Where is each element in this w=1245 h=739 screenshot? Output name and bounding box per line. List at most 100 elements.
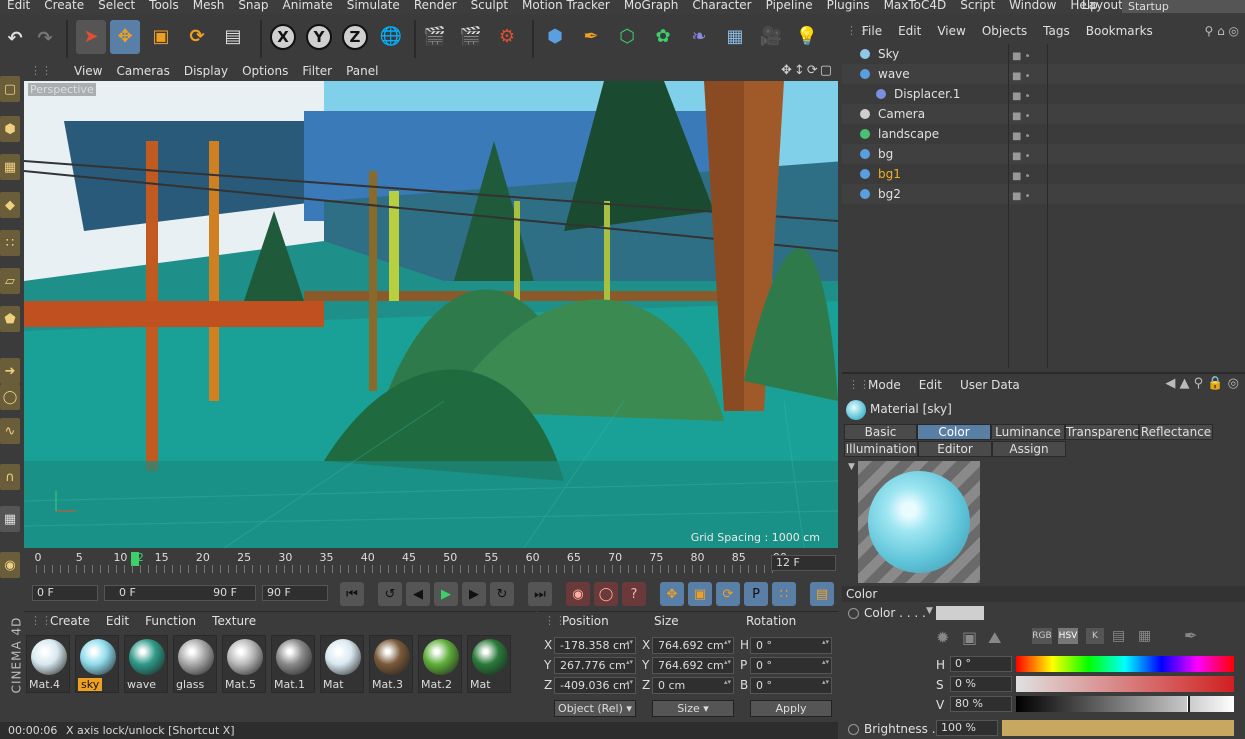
- key-position-button[interactable]: ✥: [660, 582, 684, 606]
- key-point-level-button[interactable]: ∷: [772, 582, 796, 606]
- end-frame-field[interactable]: 90 F: [262, 585, 328, 601]
- size-y-field[interactable]: 764.692 cm: [652, 657, 734, 674]
- snap-button[interactable]: ∿: [0, 418, 20, 444]
- viewport-menu-panel[interactable]: Panel: [346, 64, 378, 78]
- brightness-animate-radio[interactable]: [848, 724, 859, 735]
- hue-slider[interactable]: [1016, 656, 1234, 672]
- viewport-menu-options[interactable]: Options: [242, 64, 288, 78]
- material-swatch[interactable]: Mat.3: [369, 635, 413, 693]
- x-axis-lock-button[interactable]: X: [268, 20, 298, 54]
- object-row-sky[interactable]: Sky ■ •: [842, 44, 1245, 64]
- saturation-slider[interactable]: [1016, 676, 1234, 692]
- viewport-menu-filter[interactable]: Filter: [302, 64, 332, 78]
- object-manager-search-icon[interactable]: ⚲ ⌂ ◎: [1204, 24, 1239, 38]
- material-swatch[interactable]: wave: [124, 635, 168, 693]
- scale-tool-button[interactable]: ▣: [146, 20, 176, 54]
- menu-item-simulate[interactable]: Simulate: [340, 0, 407, 12]
- object-menu-tags[interactable]: Tags: [1043, 24, 1070, 38]
- tab-assign[interactable]: Assign: [992, 441, 1066, 457]
- menu-item-maxtoc4d[interactable]: MaxToC4D: [877, 0, 954, 12]
- menu-item-pipeline[interactable]: Pipeline: [759, 0, 820, 12]
- previous-frame-button[interactable]: ◀: [406, 582, 430, 606]
- color-swatch[interactable]: [936, 606, 984, 620]
- next-frame-button[interactable]: ▶: [462, 582, 486, 606]
- go-to-end-button[interactable]: ⏭: [528, 582, 552, 606]
- rotation-h-field[interactable]: 0 °: [750, 637, 832, 654]
- perspective-viewport[interactable]: Perspective Grid Spacing : 1000 cm: [24, 81, 838, 548]
- pen-button[interactable]: ✒: [576, 20, 606, 54]
- rotate-tool-button[interactable]: ⟳: [182, 20, 212, 54]
- brightness-slider[interactable]: [1002, 720, 1234, 736]
- subdivision-button[interactable]: ⬡: [612, 20, 642, 54]
- play-button[interactable]: ▶: [434, 582, 458, 606]
- render-view-button[interactable]: 🎬: [420, 20, 450, 54]
- color-dropdown-arrow-icon[interactable]: ▼: [926, 606, 933, 616]
- object-menu-bookmarks[interactable]: Bookmarks: [1086, 24, 1153, 38]
- object-row-wave[interactable]: wave ■ •: [842, 64, 1245, 84]
- light-button[interactable]: 💡: [792, 20, 822, 54]
- object-row-bg2[interactable]: bg2 ■ •: [842, 184, 1245, 204]
- workplane-mode-button[interactable]: ◆: [0, 192, 20, 218]
- image-picker-icon[interactable]: ⛰: [988, 628, 1001, 648]
- object-row-displacer-1[interactable]: Displacer.1 ■ •: [842, 84, 1245, 104]
- position-x-field[interactable]: -178.358 cm: [554, 637, 636, 654]
- mixer-icon[interactable]: ▤: [1112, 628, 1125, 644]
- floor-button[interactable]: ▦: [720, 20, 750, 54]
- material-swatch[interactable]: glass: [173, 635, 217, 693]
- timeline-window-button[interactable]: ▤: [810, 582, 834, 606]
- tweak-mode-button[interactable]: ◯: [0, 384, 20, 410]
- value-field[interactable]: 80 %: [950, 696, 1012, 712]
- menu-item-sculpt[interactable]: Sculpt: [464, 0, 515, 12]
- cube-button[interactable]: ⬢: [540, 20, 570, 54]
- menu-item-edit[interactable]: Edit: [0, 0, 37, 12]
- color-wheel-icon[interactable]: ✹: [936, 628, 949, 647]
- points-mode-button[interactable]: ∷: [0, 230, 20, 256]
- current-frame-field[interactable]: 12 F: [771, 555, 836, 571]
- object-menu-view[interactable]: View: [937, 24, 965, 38]
- menu-item-script[interactable]: Script: [953, 0, 1002, 12]
- value-slider[interactable]: [1016, 696, 1234, 712]
- attribute-menu-mode[interactable]: Mode: [868, 378, 901, 392]
- attribute-menu-edit[interactable]: Edit: [919, 378, 942, 392]
- make-editable-button[interactable]: ▢: [0, 76, 20, 102]
- material-swatch[interactable]: Mat.4: [26, 635, 70, 693]
- viewport-menu-view[interactable]: View: [74, 64, 102, 78]
- axis-mode-button[interactable]: ➜: [0, 358, 20, 384]
- key-parameter-button[interactable]: P: [744, 582, 768, 606]
- viewport-menu-display[interactable]: Display: [184, 64, 228, 78]
- object-menu-edit[interactable]: Edit: [898, 24, 921, 38]
- visibility-flags-icon[interactable]: ■ •: [1012, 147, 1042, 162]
- hsv-mode-button[interactable]: HSV: [1058, 628, 1078, 644]
- position-y-field[interactable]: 267.776 cm: [554, 657, 636, 674]
- tab-reflectance[interactable]: Reflectance: [1139, 424, 1213, 440]
- model-mode-button[interactable]: ⬢: [0, 116, 20, 142]
- color-animate-radio[interactable]: [848, 608, 859, 619]
- value-slider-handle[interactable]: [1187, 696, 1191, 712]
- attribute-nav-icons[interactable]: ◀ ▲ ⚲ 🔒 ◎: [1165, 376, 1239, 391]
- keyframe-selection-button[interactable]: ?: [622, 582, 646, 606]
- tab-editor[interactable]: Editor: [918, 441, 992, 457]
- material-swatch[interactable]: Mat.2: [418, 635, 462, 693]
- size-z-field[interactable]: 0 cm: [652, 677, 734, 694]
- menu-item-snap[interactable]: Snap: [231, 0, 275, 12]
- material-swatch[interactable]: sky: [75, 635, 119, 693]
- size-x-field[interactable]: 764.692 cm: [652, 637, 734, 654]
- visibility-flags-icon[interactable]: ■ •: [1012, 87, 1042, 102]
- rotation-b-field[interactable]: 0 °: [750, 677, 832, 694]
- timeline[interactable]: 05101215202530354045505560657075808590 1…: [24, 549, 838, 579]
- autokeying-button[interactable]: ◯: [594, 582, 618, 606]
- swatches-icon[interactable]: ▦: [1138, 628, 1151, 644]
- brightness-field[interactable]: 100 %: [936, 720, 998, 736]
- material-menu-create[interactable]: Create: [50, 614, 90, 628]
- material-swatch[interactable]: Mat: [467, 635, 511, 693]
- eyedropper-icon[interactable]: ✒: [1184, 626, 1197, 645]
- menu-item-window[interactable]: Window: [1002, 0, 1063, 12]
- menu-item-render[interactable]: Render: [407, 0, 464, 12]
- render-settings-button[interactable]: ⚙: [492, 20, 522, 54]
- menu-item-character[interactable]: Character: [685, 0, 758, 12]
- visibility-flags-icon[interactable]: ■ •: [1012, 187, 1042, 202]
- position-z-field[interactable]: -409.036 cm: [554, 677, 636, 694]
- tab-transparency[interactable]: Transparency: [1065, 424, 1146, 440]
- next-key-button[interactable]: ↻: [490, 582, 514, 606]
- menu-item-mesh[interactable]: Mesh: [186, 0, 232, 12]
